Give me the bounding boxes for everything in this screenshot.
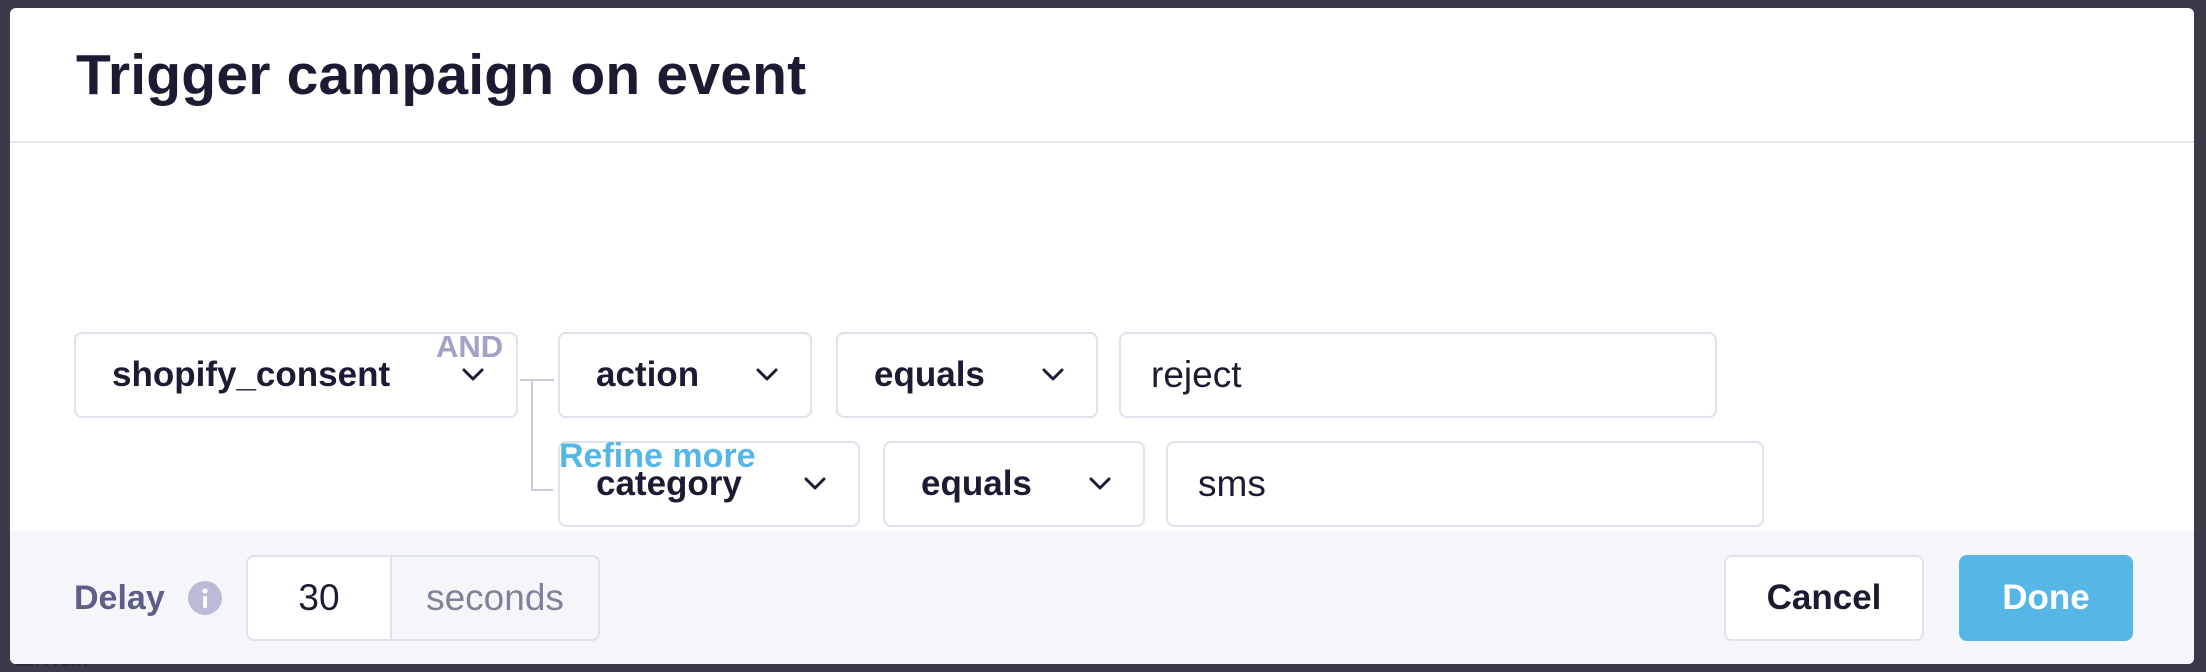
delay-unit-label: seconds — [392, 557, 598, 639]
trigger-campaign-modal: Trigger campaign on event shopify_consen… — [10, 8, 2194, 664]
chevron-down-icon — [804, 476, 830, 492]
condition-1-property-label: action — [596, 355, 700, 394]
delay-input[interactable]: 30 — [248, 557, 392, 639]
chevron-down-icon — [1089, 476, 1115, 492]
and-connector-label: AND — [436, 329, 504, 364]
condition-1-value-input[interactable]: reject — [1119, 332, 1717, 418]
refine-more-link[interactable]: Refine more — [559, 437, 756, 476]
chevron-down-icon — [756, 367, 782, 383]
condition-1-operator-select[interactable]: equals — [836, 332, 1098, 418]
condition-2-operator-select[interactable]: equals — [883, 441, 1145, 527]
chevron-down-icon — [462, 367, 488, 383]
cancel-button[interactable]: Cancel — [1724, 555, 1924, 641]
condition-1-property-select[interactable]: action — [558, 332, 812, 418]
delay-label: Delay — [74, 579, 165, 617]
condition-1-operator-label: equals — [874, 355, 985, 394]
modal-header: Trigger campaign on event — [10, 8, 2194, 143]
condition-2-operator-label: equals — [921, 464, 1032, 503]
chevron-down-icon — [1042, 367, 1068, 383]
delay-input-group: 30 seconds — [246, 555, 600, 641]
event-select-label: shopify_consent — [112, 355, 391, 394]
condition-1-value: reject — [1151, 354, 1242, 395]
trigger-conditions: shopify_consent AND action equals reject — [10, 143, 2194, 529]
condition-2-value-input[interactable]: sms — [1166, 441, 1764, 527]
condition-2-value: sms — [1198, 463, 1266, 504]
info-icon[interactable] — [188, 581, 222, 615]
modal-title: Trigger campaign on event — [76, 42, 807, 107]
modal-footer: Delay 30 seconds Cancel Done — [10, 531, 2194, 664]
connector-line — [531, 380, 533, 491]
connector-line — [520, 379, 554, 381]
done-button[interactable]: Done — [1959, 555, 2133, 641]
connector-line — [531, 489, 553, 491]
